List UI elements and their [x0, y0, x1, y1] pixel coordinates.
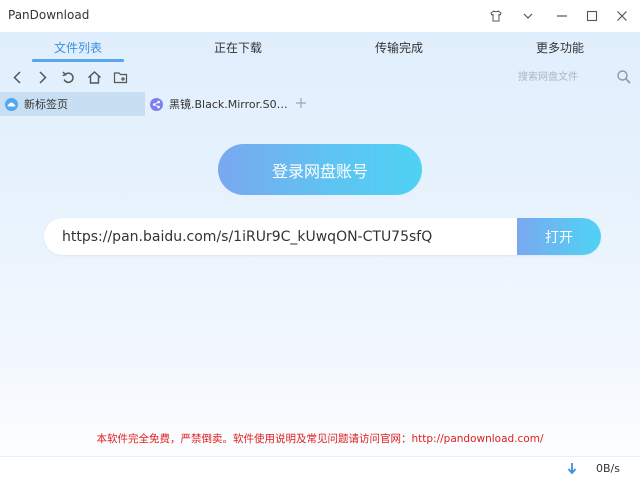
tab-file-list[interactable]: 文件列表	[18, 32, 138, 64]
new-tab-button[interactable]	[292, 94, 310, 112]
refresh-button[interactable]	[58, 67, 78, 87]
forward-button[interactable]	[32, 67, 52, 87]
tab-more-features[interactable]: 更多功能	[500, 32, 620, 64]
title-bar: PanDownload	[0, 0, 640, 32]
add-folder-icon	[113, 71, 127, 83]
download-speed: 0B/s	[596, 462, 620, 475]
home-button[interactable]	[84, 67, 104, 87]
search-input[interactable]	[512, 66, 612, 88]
toolbar	[0, 64, 640, 90]
notice-text: 本软件完全免费，严禁倒卖。软件使用说明及常见问题请访问官网：http://pan…	[96, 433, 544, 445]
close-button[interactable]	[612, 6, 632, 26]
shirt-icon	[490, 10, 502, 22]
skin-button[interactable]	[486, 6, 506, 26]
menu-button[interactable]	[518, 6, 538, 26]
browser-tab-share[interactable]: 黑镜.Black.Mirror.S05...	[145, 92, 288, 116]
chevron-down-icon	[523, 13, 533, 19]
maximize-button[interactable]	[582, 6, 602, 26]
search-icon	[617, 70, 631, 84]
main-tabs: 文件列表 正在下载 传输完成 更多功能	[0, 32, 640, 64]
url-input[interactable]	[44, 218, 517, 255]
search-button[interactable]	[616, 69, 632, 85]
status-bar: 0B/s	[0, 456, 640, 480]
maximize-icon	[586, 10, 598, 22]
url-bar: 打开	[44, 218, 601, 255]
open-button[interactable]: 打开	[517, 218, 601, 255]
share-icon	[150, 97, 163, 111]
home-icon	[87, 70, 101, 84]
plus-icon	[296, 98, 306, 108]
login-button[interactable]: 登录网盘账号	[218, 144, 422, 195]
app-window: PanDownload 文件列表 正在下载 传输完成 更多功能 搜索网盘文件 新…	[0, 0, 640, 480]
browser-tab-row: 新标签页 黑镜.Black.Mirror.S05...	[0, 90, 640, 116]
refresh-icon	[61, 71, 74, 83]
back-button[interactable]	[7, 67, 27, 87]
new-folder-button[interactable]	[110, 67, 130, 87]
browser-tab-label: 新标签页	[24, 98, 68, 111]
download-icon	[567, 463, 577, 475]
tab-downloading[interactable]: 正在下载	[178, 32, 298, 64]
cloud-icon	[5, 97, 18, 111]
browser-tab-new[interactable]: 新标签页	[0, 92, 145, 116]
search-box	[512, 66, 636, 88]
browser-tab-label: 黑镜.Black.Mirror.S05...	[169, 98, 288, 111]
tab-completed[interactable]: 传输完成	[339, 32, 459, 64]
forward-icon	[38, 70, 47, 84]
minimize-icon	[557, 15, 567, 17]
close-icon	[617, 11, 627, 21]
back-icon	[12, 70, 21, 84]
minimize-button[interactable]	[552, 6, 572, 26]
app-title: PanDownload	[8, 8, 90, 22]
